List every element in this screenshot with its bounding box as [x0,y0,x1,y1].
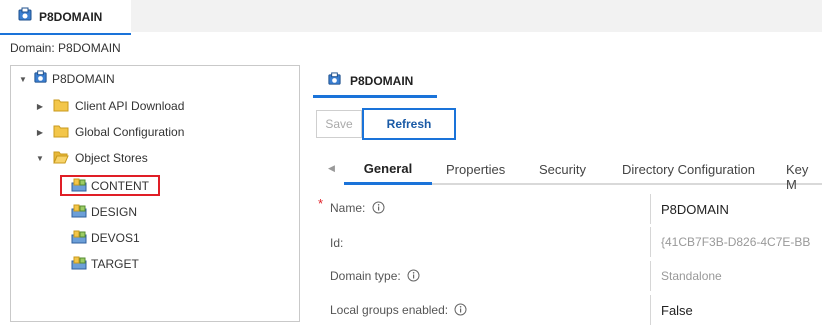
object-store-label: TARGET [91,257,139,271]
field-label-id: Id: [330,236,344,250]
object-store-label: CONTENT [91,179,149,193]
tab-key-management[interactable]: Key M [786,162,822,192]
local-groups-value: False [661,302,693,318]
tree-item-client-api-download[interactable]: ▶ Client API Download [35,95,184,117]
folder-icon [53,124,69,141]
object-store-icon [71,230,87,247]
required-marker: * [318,196,324,211]
tree-item-label: Object Stores [75,151,148,165]
top-tab-bar-right [131,0,822,32]
tab-directory-configuration[interactable]: Directory Configuration [622,162,755,177]
navigation-tree: ▼ P8DOMAIN ▶ Client API Download ▶ Globa… [10,65,300,322]
field-label-domain-type: Domain type: [330,269,420,285]
object-store-label: DESIGN [91,205,138,219]
tab-scroll-left-icon[interactable]: ◀ [328,163,335,174]
folder-icon [53,98,69,115]
object-store-icon [71,178,87,195]
tab-general-label: General [363,161,413,176]
domain-icon [33,70,48,88]
id-field: {41CB7F3B-D826-4C7E-BB [650,227,822,257]
expand-right-icon[interactable]: ▶ [35,102,45,111]
field-label-name: Name: [330,201,385,217]
local-groups-field[interactable]: False [650,295,822,325]
expand-right-icon[interactable]: ▶ [35,128,45,137]
object-store-devos1[interactable]: DEVOS1 [71,227,140,249]
field-label-text: Local groups enabled: [330,303,449,318]
tree-root-label: P8DOMAIN [52,72,115,86]
id-field-value: {41CB7F3B-D826-4C7E-BB [661,235,811,249]
field-label-text: Name: [330,201,366,216]
domain-icon [327,72,342,90]
info-icon[interactable] [407,269,420,285]
top-tab-label: P8DOMAIN [39,9,103,24]
refresh-button[interactable]: Refresh [362,108,456,140]
object-store-content[interactable]: CONTENT [71,175,149,197]
expand-down-icon[interactable]: ▼ [35,154,45,163]
object-store-target[interactable]: TARGET [71,253,139,275]
panel-title: P8DOMAIN [350,74,414,88]
info-icon[interactable] [372,201,385,217]
tree-item-label: Global Configuration [75,125,185,139]
tree-item-global-configuration[interactable]: ▶ Global Configuration [35,121,184,143]
tab-security[interactable]: Security [539,162,586,177]
save-button[interactable]: Save [316,110,362,138]
tree-item-label: Client API Download [75,99,185,113]
object-store-design[interactable]: DESIGN [71,201,137,223]
open-folder-icon [53,150,69,167]
field-label-local-groups: Local groups enabled: [330,303,467,319]
object-store-icon [71,204,87,221]
field-label-text: Domain type: [330,269,401,284]
domain-type-value: Standalone [661,269,722,283]
domain-type-field: Standalone [650,261,822,291]
name-field[interactable]: P8DOMAIN [650,194,822,224]
domain-label: Domain: P8DOMAIN [10,41,121,55]
tab-properties[interactable]: Properties [446,162,505,177]
domain-icon [17,7,33,26]
expand-down-icon[interactable]: ▼ [18,75,28,84]
tree-item-object-stores[interactable]: ▼ Object Stores [35,147,148,169]
object-store-icon [71,256,87,273]
info-icon[interactable] [454,303,467,319]
tree-root[interactable]: ▼ P8DOMAIN [18,68,115,90]
panel-title-tab[interactable]: P8DOMAIN [313,67,437,98]
object-store-label: DEVOS1 [91,231,140,245]
name-field-value: P8DOMAIN [661,201,729,217]
top-tab[interactable]: P8DOMAIN [0,0,131,35]
tab-general[interactable]: General [344,161,432,185]
